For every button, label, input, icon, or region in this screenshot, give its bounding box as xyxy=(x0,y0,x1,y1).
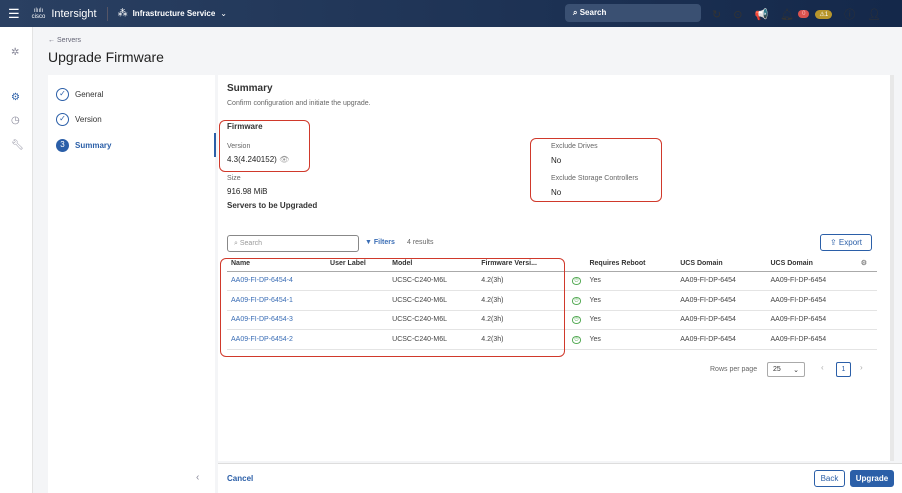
table-cell: AA09-FI-DP-6454 xyxy=(676,329,767,350)
announcement-icon[interactable]: 📢 xyxy=(754,8,768,21)
table-cell: Yes xyxy=(585,310,677,330)
help-icon[interactable]: ⓘ xyxy=(844,6,855,22)
back-button[interactable]: Back xyxy=(814,470,845,487)
rows-per-page-select[interactable]: 25 ⌄ xyxy=(767,362,805,377)
table-cell: AA09-FI-DP-6454 xyxy=(766,271,857,291)
size-value: 916.98 MiB xyxy=(227,187,268,196)
check-icon: ✓ xyxy=(56,113,69,126)
page-1-button[interactable]: 1 xyxy=(836,362,851,377)
wizard-steps: ✓ General ✓ Version 3 Summary ‹ xyxy=(48,75,216,493)
wrench-icon[interactable]: 🔧︎ xyxy=(11,140,24,151)
chevron-left-icon[interactable]: ‹ xyxy=(196,472,199,483)
settings-icon[interactable]: ⚙ xyxy=(11,92,20,103)
table-cell: AA09-FI-DP-6454 xyxy=(676,271,767,291)
table-cell: Yes xyxy=(585,271,677,291)
footer: Cancel Back Upgrade xyxy=(218,463,902,493)
global-search[interactable]: ⌕ Search xyxy=(565,4,701,22)
critical-alarm-badge[interactable]: 0 xyxy=(798,10,810,18)
rows-per-page-label: Rows per page xyxy=(710,366,758,373)
step-general[interactable]: ✓ General xyxy=(56,88,103,101)
bell-icon[interactable]: 🔔︎ xyxy=(780,8,794,21)
table-cell: AA09-FI-DP-6454 xyxy=(766,329,857,350)
tasks-icon[interactable]: ⊙ xyxy=(733,8,742,21)
table-cell: Yes xyxy=(585,290,677,311)
gear-icon[interactable]: ⚙ xyxy=(856,256,877,272)
table-cell: Yes xyxy=(585,329,677,350)
step-summary[interactable]: 3 Summary xyxy=(56,139,111,152)
service-selector[interactable]: Infrastructure Service xyxy=(133,9,216,18)
table-cell: AA09-FI-DP-6454 xyxy=(766,290,857,311)
table-cell: AA09-FI-DP-6454 xyxy=(676,310,767,330)
size-label: Size xyxy=(227,175,241,182)
prev-page-icon[interactable]: ‹ xyxy=(821,363,824,372)
reboot-icon: ⏻ xyxy=(571,335,582,344)
reboot-icon: ⏻ xyxy=(571,296,582,305)
search-icon: ⌕ xyxy=(573,8,580,17)
scrollbar[interactable] xyxy=(890,75,894,461)
reboot-icon: ⏻ xyxy=(571,316,582,325)
column-header[interactable]: UCS Domain xyxy=(676,256,767,272)
section-heading: Summary xyxy=(227,83,273,94)
refresh-icon[interactable]: ↻ xyxy=(712,8,721,21)
clock-icon[interactable]: ◷ xyxy=(11,115,20,126)
table-cell: AA09-FI-DP-6454 xyxy=(676,290,767,311)
table-search-input[interactable]: ⌕ Search xyxy=(227,235,359,252)
breadcrumb[interactable]: ← Servers xyxy=(48,37,81,44)
upgrade-button[interactable]: Upgrade xyxy=(850,470,894,487)
left-rail: ✲ ⚙ ◷ 🔧︎ xyxy=(0,27,33,493)
chevron-down-icon[interactable]: ⌄ xyxy=(220,9,227,18)
column-header[interactable]: Requires Reboot xyxy=(585,256,677,272)
warning-alarm-badge[interactable]: ⚠1 xyxy=(815,9,833,19)
column-header-spacer xyxy=(567,256,586,272)
summary-panel: Summary Confirm configuration and initia… xyxy=(218,75,890,461)
cisco-logo: ılıılı cisco xyxy=(31,7,46,20)
step-version[interactable]: ✓ Version xyxy=(56,113,102,126)
menu-icon[interactable]: ☰ xyxy=(8,6,20,22)
section-subtitle: Confirm configuration and initiate the u… xyxy=(227,100,371,107)
check-icon: ✓ xyxy=(56,88,69,101)
results-count: 4 results xyxy=(407,239,434,246)
next-page-icon[interactable]: › xyxy=(860,363,863,372)
export-button[interactable]: ⇪ Export xyxy=(820,234,872,251)
page-title: Upgrade Firmware xyxy=(48,49,164,65)
filters-button[interactable]: ▼ Filters xyxy=(365,239,395,246)
gear-icon[interactable]: ✲ xyxy=(11,47,19,58)
table-cell: AA09-FI-DP-6454 xyxy=(766,310,857,330)
cancel-button[interactable]: Cancel xyxy=(227,474,253,483)
step-number: 3 xyxy=(56,139,69,152)
service-icon: ⁂ xyxy=(117,8,128,19)
reboot-icon: ⏻ xyxy=(571,277,582,286)
column-header[interactable]: UCS Domain xyxy=(766,256,857,272)
user-icon[interactable]: 👤︎ xyxy=(867,8,881,21)
app-title: Intersight xyxy=(51,7,97,20)
servers-heading: Servers to be Upgraded xyxy=(227,201,318,210)
